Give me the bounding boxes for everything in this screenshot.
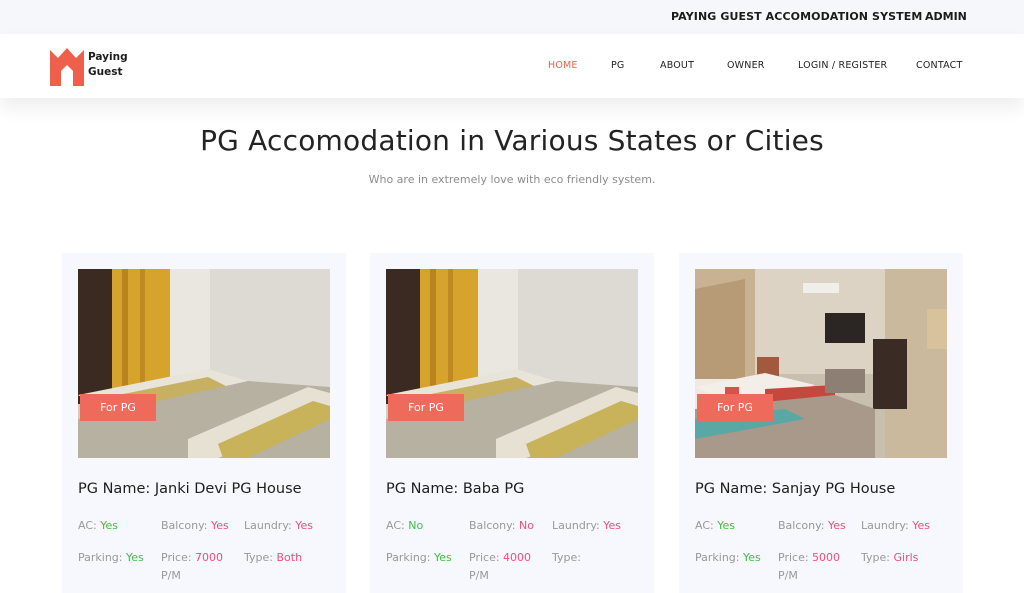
nav-home[interactable]: HOME [548, 60, 578, 71]
pg-name[interactable]: PG Name: Baba PG [386, 481, 524, 497]
balcony-label: Balcony: [161, 519, 208, 532]
price-unit: P/M [469, 569, 489, 582]
ac-label: AC: [386, 519, 405, 532]
parking-feature: Parking: Yes [695, 551, 761, 564]
type-value: Girls [893, 551, 919, 564]
nav-login-register[interactable]: LOGIN / REGISTER [798, 60, 887, 71]
type-label: Type: [552, 551, 581, 564]
ac-value: Yes [717, 519, 735, 532]
balcony-value: No [519, 519, 534, 532]
room-photo[interactable] [695, 269, 947, 458]
ac-feature: AC: No [386, 519, 423, 532]
nav-owner[interactable]: OWNER [727, 60, 765, 71]
page-subtitle: Who are in extremely love with eco frien… [368, 173, 656, 186]
ac-label: AC: [78, 519, 97, 532]
laundry-value: Yes [603, 519, 621, 532]
page-title: PG Accomodation in Various States or Cit… [200, 124, 824, 157]
top-bar: PAYING GUEST ACCOMODATION SYSTEM ADMIN [0, 0, 1024, 34]
balcony-label: Balcony: [778, 519, 825, 532]
parking-feature: Parking: Yes [78, 551, 144, 564]
price-unit: P/M [778, 569, 798, 582]
ac-value: No [408, 519, 424, 532]
price-label: Price: [778, 551, 809, 564]
parking-value: Yes [434, 551, 452, 564]
laundry-value: Yes [295, 519, 313, 532]
price-label: Price: [469, 551, 500, 564]
type-feature: Type: Both [244, 551, 302, 564]
nav-about[interactable]: ABOUT [660, 60, 694, 71]
site-name: PAYING GUEST ACCOMODATION SYSTEM [671, 10, 923, 23]
laundry-feature: Laundry: Yes [552, 519, 621, 532]
for-pg-tag: For PG [697, 394, 773, 421]
balcony-feature: Balcony: Yes [778, 519, 846, 532]
laundry-label: Laundry: [244, 519, 292, 532]
balcony-label: Balcony: [469, 519, 516, 532]
admin-link[interactable]: ADMIN [925, 10, 967, 23]
price-feature: Price: 5000 [778, 551, 840, 564]
pg-card[interactable]: For PG PG Name: Sanjay PG House AC: Yes … [679, 253, 963, 593]
laundry-feature: Laundry: Yes [861, 519, 930, 532]
ac-value: Yes [100, 519, 118, 532]
parking-label: Parking: [386, 551, 431, 564]
type-feature: Type: Girls [861, 551, 918, 564]
parking-label: Parking: [78, 551, 123, 564]
price-feature: Price: 4000 [469, 551, 531, 564]
nav-pg[interactable]: PG [611, 60, 625, 71]
pg-name[interactable]: PG Name: Janki Devi PG House [78, 481, 302, 497]
room-photo[interactable] [78, 269, 330, 458]
pg-name[interactable]: PG Name: Sanjay PG House [695, 481, 895, 497]
ac-feature: AC: Yes [695, 519, 735, 532]
room-photo[interactable] [386, 269, 638, 458]
for-pg-tag: For PG [80, 394, 156, 421]
pg-card[interactable]: For PG PG Name: Baba PG AC: No Balcony: … [370, 253, 654, 593]
type-label: Type: [244, 551, 273, 564]
laundry-label: Laundry: [861, 519, 909, 532]
price-value: 7000 [195, 551, 224, 564]
ac-label: AC: [695, 519, 714, 532]
nav-menu: HOME PG ABOUT OWNER LOGIN / REGISTER CON… [0, 60, 1024, 74]
type-feature: Type: [552, 551, 581, 564]
laundry-label: Laundry: [552, 519, 600, 532]
price-label: Price: [161, 551, 192, 564]
main-navbar: Paying Guest HOME PG ABOUT OWNER LOGIN /… [0, 34, 1024, 98]
for-pg-tag: For PG [388, 394, 464, 421]
price-feature: Price: 7000 [161, 551, 223, 564]
parking-feature: Parking: Yes [386, 551, 452, 564]
parking-label: Parking: [695, 551, 740, 564]
price-value: 4000 [503, 551, 532, 564]
type-label: Type: [861, 551, 890, 564]
laundry-feature: Laundry: Yes [244, 519, 313, 532]
type-value: Both [276, 551, 303, 564]
balcony-value: Yes [828, 519, 846, 532]
balcony-value: Yes [211, 519, 229, 532]
pg-card[interactable]: For PG PG Name: Janki Devi PG House AC: … [62, 253, 346, 593]
price-value: 5000 [812, 551, 841, 564]
nav-contact[interactable]: CONTACT [916, 60, 962, 71]
parking-value: Yes [743, 551, 761, 564]
balcony-feature: Balcony: No [469, 519, 534, 532]
laundry-value: Yes [912, 519, 930, 532]
parking-value: Yes [126, 551, 144, 564]
balcony-feature: Balcony: Yes [161, 519, 229, 532]
price-unit: P/M [161, 569, 181, 582]
ac-feature: AC: Yes [78, 519, 118, 532]
